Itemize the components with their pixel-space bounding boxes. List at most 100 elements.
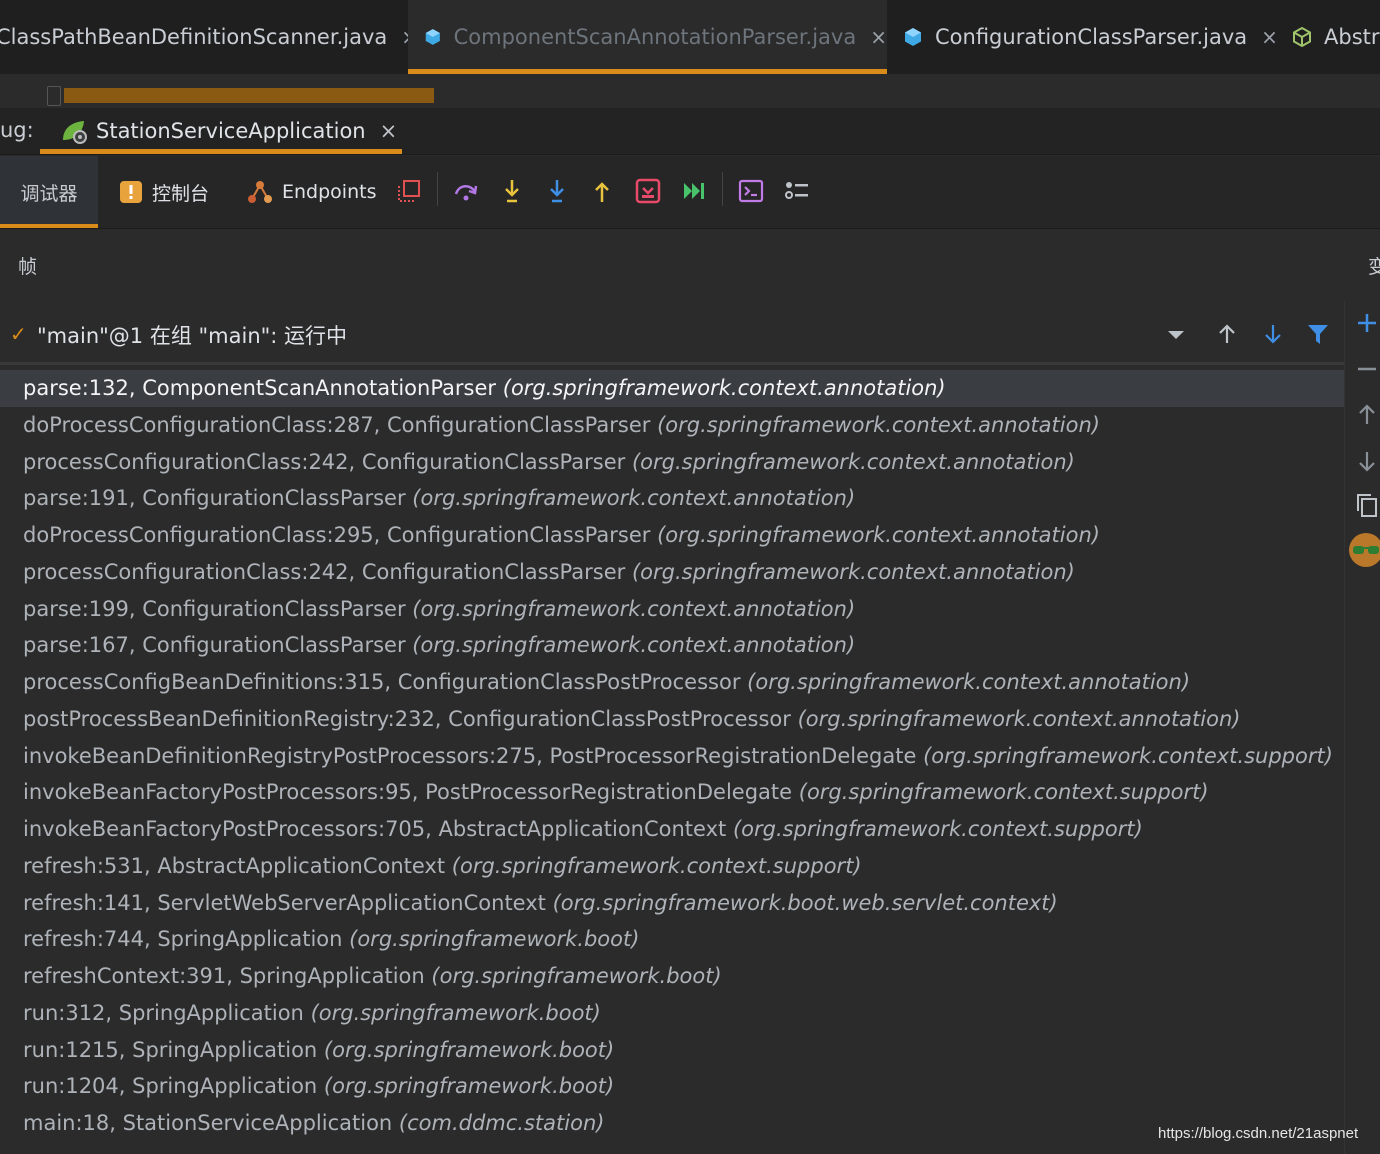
evaluate-expression-icon[interactable] [738,178,764,204]
frame-row[interactable]: main:18, StationServiceApplication (com.… [0,1105,1344,1142]
dropdown-arrow-icon[interactable] [1164,322,1188,346]
frame-method: invokeBeanFactoryPostProcessors:705, Abs… [23,817,727,841]
editor-tab-component-scan-parser[interactable]: ComponentScanAnnotationParser.java × [408,0,887,74]
frame-method: run:1215, SpringApplication [23,1037,318,1062]
frame-row[interactable]: run:1215, SpringApplication (org.springf… [0,1032,1344,1069]
editor-tab-label: ComponentScanAnnotationParser.java [453,25,857,49]
frame-method: refresh:141, ServletWebServerApplication… [23,890,546,915]
frame-row[interactable]: invokeBeanDefinitionRegistryPostProcesso… [0,738,1344,775]
run-to-cursor-icon[interactable] [635,178,661,204]
frame-package: (org.springframework.boot) [431,964,722,988]
frame-row[interactable]: doProcessConfigurationClass:287, Configu… [0,407,1344,444]
execution-line-highlight [64,88,434,103]
frame-row[interactable]: refresh:531, AbstractApplicationContext … [0,848,1344,885]
frame-row[interactable]: postProcessBeanDefinitionRegistry:232, C… [0,701,1344,738]
arrow-down-icon[interactable] [1354,448,1380,474]
force-step-into-icon[interactable] [544,178,570,204]
tab-endpoints-label: Endpoints [282,181,377,203]
frame-package: (org.springframework.boot) [323,1037,615,1062]
frame-row[interactable]: processConfigBeanDefinitions:315, Config… [0,664,1344,701]
watches-glasses-icon[interactable] [1348,532,1380,568]
frame-method: processConfigurationClass:242, Configura… [23,449,626,474]
frame-method: main:18, StationServiceApplication [23,1111,393,1135]
tab-console[interactable]: 控制台 [118,156,209,228]
frame-package: (com.ddmc.station) [398,1111,605,1135]
frame-row[interactable]: parse:167, ConfigurationClassParser (org… [0,627,1344,664]
add-icon[interactable] [1354,310,1380,336]
frame-package: (org.springframework.context.annotation) [747,670,1191,694]
step-out-icon[interactable] [589,178,615,204]
abstract-class-icon [1293,27,1311,47]
frame-row[interactable]: parse:191, ConfigurationClassParser (org… [0,480,1344,517]
frames-layout-icon[interactable] [396,178,422,204]
frame-package: (org.springframework.context.annotation) [657,412,1100,437]
frame-package: (org.springframework.context.annotation) [657,523,1100,547]
editor-tab-bar: ClassPathBeanDefinitionScanner.java × Co… [0,0,1380,74]
frame-row[interactable]: processConfigurationClass:242, Configura… [0,554,1344,591]
step-into-icon[interactable] [499,178,525,204]
frame-method: invokeBeanDefinitionRegistryPostProcesso… [23,743,917,768]
frame-package: (org.springframework.context.annotation) [502,376,946,400]
editor-tab-label: ClassPathBeanDefinitionScanner.java [0,25,388,49]
frame-method: refresh:531, AbstractApplicationContext [23,853,446,878]
frame-row[interactable]: run:1204, SpringApplication (org.springf… [0,1068,1344,1105]
step-over-icon[interactable] [453,178,479,204]
frame-package: (org.springframework.context.support) [923,743,1333,768]
close-icon[interactable]: × [870,25,887,49]
frame-row[interactable]: refreshContext:391, SpringApplication (o… [0,958,1344,995]
arrow-down-icon[interactable] [1261,322,1285,346]
spring-boot-icon [63,121,87,144]
editor-tab-label: ConfigurationClassParser.java [935,25,1248,49]
debug-session-tab[interactable]: StationServiceApplication × [40,108,402,154]
frame-row[interactable]: refresh:141, ServletWebServerApplication… [0,885,1344,922]
frame-method: doProcessConfigurationClass:287, Configu… [23,412,651,437]
close-icon[interactable]: × [380,119,398,143]
tab-endpoints[interactable]: Endpoints [246,156,376,228]
editor-tab-abstract[interactable]: Abstr [1292,0,1380,74]
frame-row[interactable]: refresh:744, SpringApplication (org.spri… [0,921,1344,958]
frame-method: processConfigBeanDefinitions:315, Config… [23,670,741,694]
frame-method: parse:199, ConfigurationClassParser [23,596,406,621]
console-warning-icon [120,181,142,203]
frame-row[interactable]: invokeBeanFactoryPostProcessors:705, Abs… [0,811,1344,848]
frame-row[interactable]: parse:199, ConfigurationClassParser (org… [0,591,1344,628]
arrow-up-icon[interactable] [1215,322,1239,346]
java-class-icon [425,29,440,45]
frame-row[interactable]: parse:132, ComponentScanAnnotationParser… [0,370,1344,407]
toolbar-separator [722,172,723,206]
watermark: https://blog.csdn.net/21aspnet [1158,1125,1359,1142]
debug-label: ug: [0,118,34,142]
variables-side-toolbar [1344,300,1380,1154]
frame-method: run:1204, SpringApplication [23,1074,318,1099]
tab-debugger[interactable]: 调试器 [0,156,98,228]
trace-list-icon[interactable] [784,178,810,204]
frame-row[interactable]: run:312, SpringApplication (org.springfr… [0,995,1344,1032]
editor-tab-configuration-class-parser[interactable]: ConfigurationClassParser.java × [903,0,1278,74]
editor-tab-classpath-scanner[interactable]: ClassPathBeanDefinitionScanner.java × [0,0,418,74]
frame-package: (org.springframework.boot) [323,1074,615,1099]
close-icon[interactable]: × [1261,25,1278,49]
frame-row[interactable]: processConfigurationClass:242, Configura… [0,444,1344,481]
frame-package: (org.springframework.context.support) [451,853,862,878]
frame-package: (org.springframework.boot.web.servlet.co… [552,890,1058,915]
frames-list: parse:132, ComponentScanAnnotationParser… [0,370,1344,1142]
frame-method: refresh:744, SpringApplication [23,927,343,952]
session-tab-label: StationServiceApplication [96,119,366,143]
arrow-up-icon[interactable] [1354,402,1380,428]
frame-method: parse:167, ConfigurationClassParser [23,633,406,658]
check-icon: ✓ [10,322,27,346]
tab-console-label: 控制台 [152,182,210,205]
frame-package: (org.springframework.boot) [349,927,640,952]
frame-package: (org.springframework.context.annotation) [631,559,1075,584]
remove-icon[interactable] [1354,356,1380,382]
frame-method: processConfigurationClass:242, Configura… [23,559,626,584]
fold-icon[interactable] [47,86,61,106]
frame-package: (org.springframework.context.support) [798,780,1209,805]
frame-row[interactable]: doProcessConfigurationClass:295, Configu… [0,517,1344,554]
filter-icon[interactable] [1306,322,1330,346]
frame-method: postProcessBeanDefinitionRegistry:232, C… [23,706,791,731]
copy-icon[interactable] [1354,492,1380,518]
resume-icon[interactable] [681,178,707,204]
frame-row[interactable]: invokeBeanFactoryPostProcessors:95, Post… [0,774,1344,811]
frame-package: (org.springframework.context.annotation) [797,706,1241,731]
